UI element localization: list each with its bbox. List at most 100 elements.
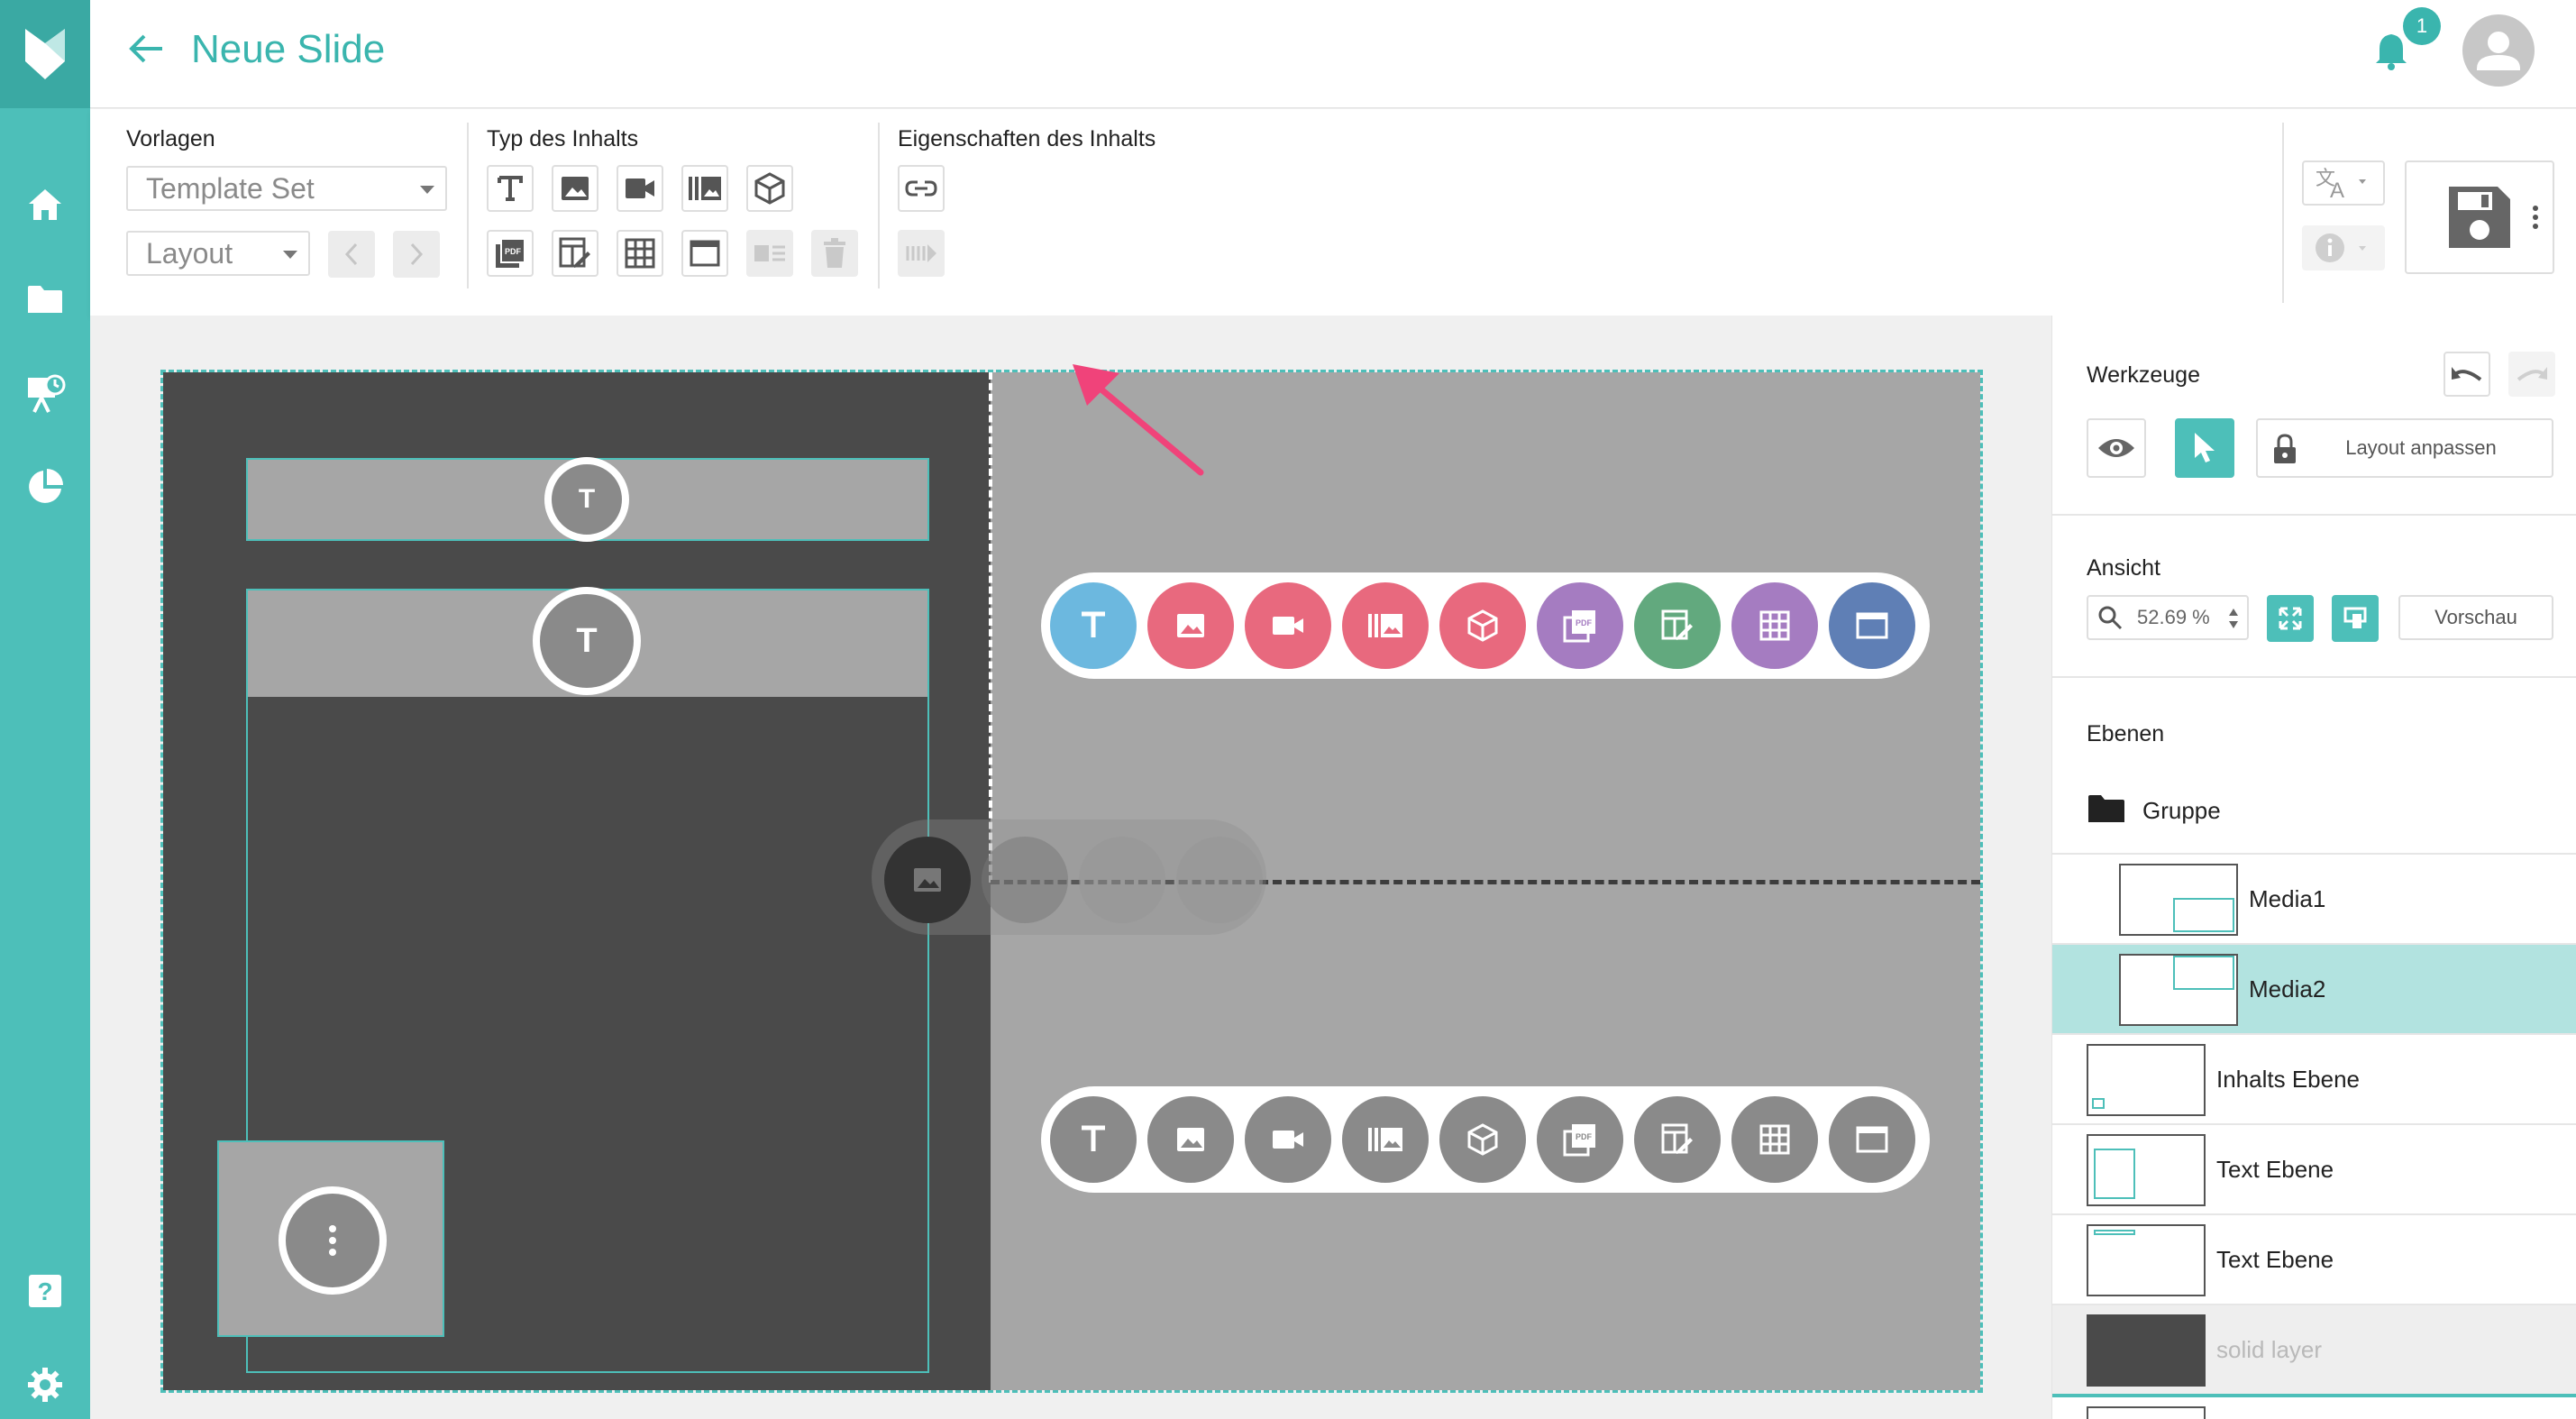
layer-row-text-ebene-1[interactable]: Text Ebene	[2052, 1123, 2576, 1213]
layer-row-solid-layer[interactable]: solid layer	[2052, 1304, 2576, 1394]
group-name[interactable]: Gruppe	[2142, 797, 2221, 825]
layer-row-partial[interactable]	[2052, 1394, 2576, 1419]
panel-divider	[2052, 514, 2576, 516]
layer-name: Media2	[2249, 975, 2326, 1002]
notification-bell-icon[interactable]	[2374, 32, 2408, 70]
svg-text:PDF: PDF	[1576, 1132, 1593, 1141]
svg-text:A: A	[2330, 179, 2344, 201]
pdf-type-button[interactable]: PDF	[487, 230, 534, 277]
more-options-icon[interactable]	[2531, 204, 2540, 231]
pdf-content-button[interactable]: PDF	[1537, 1096, 1623, 1183]
layout-value: Layout	[146, 237, 233, 270]
layer-thumbnail	[2087, 1044, 2206, 1116]
text-type-button[interactable]	[487, 165, 534, 212]
text-content-button[interactable]	[1050, 582, 1137, 669]
visibility-toggle[interactable]	[2087, 418, 2146, 478]
card-type-button[interactable]	[746, 230, 793, 277]
top-header	[90, 0, 2576, 108]
vorschau-button[interactable]: Vorschau	[2398, 595, 2553, 640]
group-folder-icon	[2087, 793, 2126, 824]
link-property-button[interactable]	[898, 165, 945, 212]
notification-badge: 1	[2403, 7, 2441, 45]
gallery-content-button[interactable]	[1342, 582, 1429, 669]
form-content-button[interactable]	[1634, 582, 1721, 669]
window-content-button[interactable]	[1829, 1096, 1915, 1183]
table-type-button[interactable]	[617, 230, 663, 277]
layer-thumbnail	[2087, 1314, 2206, 1387]
image-content-button[interactable]	[1147, 582, 1234, 669]
back-arrow-icon[interactable]	[128, 32, 164, 65]
video-type-button[interactable]	[617, 165, 663, 212]
template-set-value: Template Set	[146, 172, 315, 205]
select-tool-button[interactable]	[2175, 418, 2234, 478]
3d-content-button[interactable]	[1439, 1096, 1526, 1183]
analytics-pie-icon[interactable]	[0, 460, 90, 514]
device-view-button[interactable]	[2332, 595, 2379, 642]
image-type-button[interactable]	[552, 165, 598, 212]
layout-select[interactable]: Layout	[126, 231, 310, 276]
pdf-content-button[interactable]: PDF	[1537, 582, 1623, 669]
video-content-button[interactable]	[1245, 1096, 1331, 1183]
region-divider	[989, 372, 992, 883]
presentation-icon[interactable]	[0, 366, 90, 420]
app-logo[interactable]	[0, 0, 90, 108]
3d-object-type-button[interactable]	[746, 165, 793, 212]
text-placeholder-icon[interactable]: T	[544, 457, 629, 542]
annotation-arrow	[1064, 353, 1208, 480]
settings-gear-icon[interactable]	[0, 1358, 90, 1412]
window-content-button[interactable]	[1829, 582, 1915, 669]
text-content-button[interactable]	[1050, 1096, 1137, 1183]
layer-row-inhalts-ebene[interactable]: Inhalts Ebene	[2052, 1033, 2576, 1123]
faded-gallery-button[interactable]	[1079, 837, 1165, 923]
layer-thumbnail	[2119, 864, 2238, 936]
fit-to-screen-button[interactable]	[2267, 595, 2314, 642]
redo-button[interactable]	[2508, 352, 2555, 397]
toolbar-divider	[878, 123, 880, 288]
layer-row-media2-selected[interactable]: Media2	[2052, 943, 2576, 1033]
template-set-select[interactable]: Template Set	[126, 166, 447, 211]
toolbar-divider	[2282, 123, 2284, 303]
table-content-button[interactable]	[1731, 1096, 1818, 1183]
info-select[interactable]	[2302, 225, 2385, 270]
zoom-value: 52.69 %	[2137, 606, 2210, 628]
language-select[interactable]: 文A	[2302, 160, 2385, 206]
layer-thumbnail	[2087, 1134, 2206, 1206]
layout-anpassen-button[interactable]: Layout anpassen	[2256, 418, 2553, 478]
layer-thumbnail	[2119, 954, 2238, 1026]
next-layout-button[interactable]	[393, 231, 440, 278]
panel-divider	[2052, 676, 2576, 678]
faded-3d-button[interactable]	[1176, 837, 1263, 923]
video-content-button[interactable]	[1245, 582, 1331, 669]
layer-row-media1[interactable]: Media1	[2052, 853, 2576, 943]
editor-toolbar	[90, 109, 2576, 316]
zoom-input[interactable]: 52.69 %	[2087, 595, 2249, 640]
window-type-button[interactable]	[681, 230, 728, 277]
table-content-button[interactable]	[1731, 582, 1818, 669]
text-placeholder-icon[interactable]: T	[533, 587, 641, 695]
form-content-button[interactable]	[1634, 1096, 1721, 1183]
faded-video-button[interactable]	[982, 837, 1068, 923]
user-avatar[interactable]	[2462, 14, 2535, 87]
layer-name: Media1	[2249, 885, 2326, 912]
layer-row-text-ebene-2[interactable]: Text Ebene	[2052, 1213, 2576, 1304]
layer-name: Text Ebene	[2216, 1156, 2334, 1183]
animation-property-button[interactable]	[898, 230, 945, 277]
3d-content-button[interactable]	[1439, 582, 1526, 669]
layout-anpassen-label: Layout anpassen	[2345, 436, 2497, 459]
gallery-type-button[interactable]	[681, 165, 728, 212]
slide-frame[interactable]: T T PDF PDF	[160, 370, 1983, 1393]
vorschau-label: Vorschau	[2434, 606, 2517, 628]
image-content-button[interactable]	[1147, 1096, 1234, 1183]
help-icon[interactable]: ?	[0, 1264, 90, 1318]
folder-icon[interactable]	[0, 272, 90, 326]
layer-options-button[interactable]	[279, 1186, 387, 1295]
gallery-content-button[interactable]	[1342, 1096, 1429, 1183]
right-panel: Werkzeuge Layout anpassen Ansicht 52.69 …	[2051, 316, 2576, 1419]
content-type-menu-inactive: PDF	[1041, 1086, 1930, 1193]
undo-button[interactable]	[2444, 352, 2490, 397]
form-type-button[interactable]	[552, 230, 598, 277]
home-icon[interactable]	[0, 178, 90, 232]
faded-image-button[interactable]	[884, 837, 971, 923]
prev-layout-button[interactable]	[328, 231, 375, 278]
delete-content-button[interactable]	[811, 230, 858, 277]
